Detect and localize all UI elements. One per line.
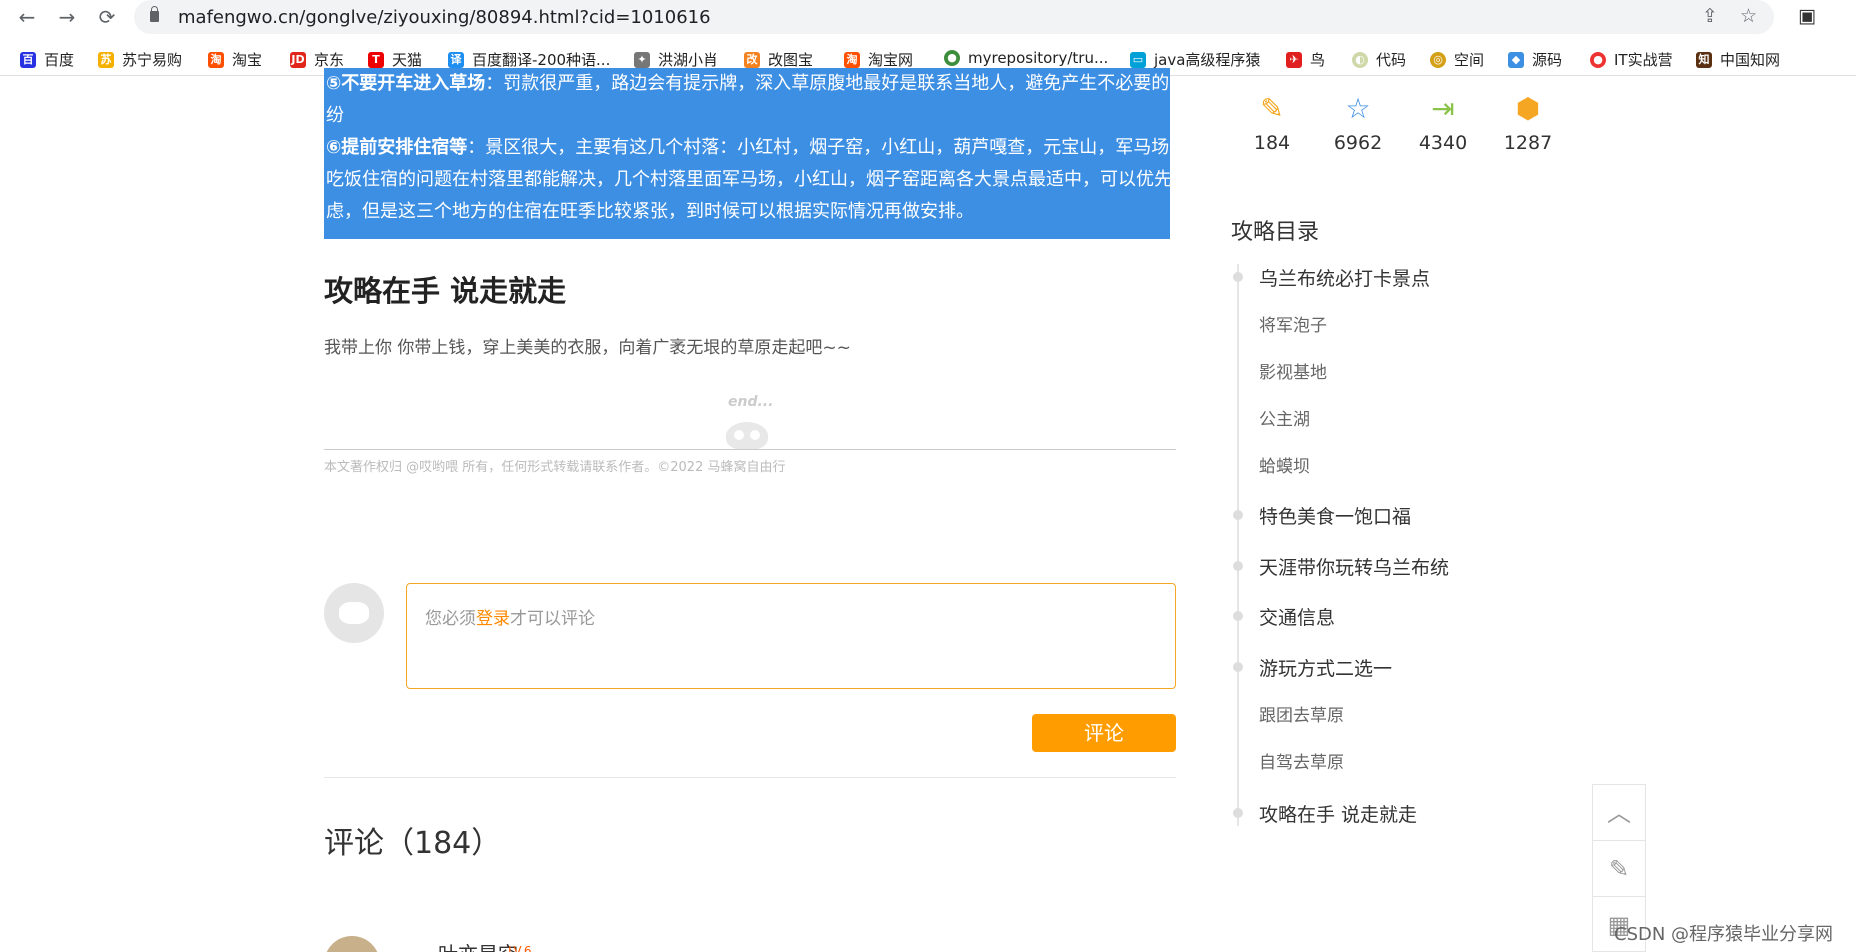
article-paragraph: 我带上你 你带上钱，穿上美美的衣服，向着广袤无垠的草原走起吧~~ [324, 338, 851, 358]
bookmark-baidu[interactable]: 百百度 [20, 49, 74, 70]
bookmark-cnki[interactable]: 知中国知网 [1696, 49, 1780, 70]
pencil-icon[interactable]: ✎ [1593, 841, 1645, 897]
toc-item[interactable]: 特色美食一饱口福 [1259, 502, 1411, 529]
bookmark-code[interactable]: ◐ 代码 [1352, 49, 1406, 70]
selected-article-text: ⑤不要开车进入草场：罚款很严重，路边会有提示牌，深入草原腹地最好是联系当地人，避… [324, 68, 1170, 239]
toc-item[interactable]: 天涯带你玩转乌兰布统 [1259, 553, 1449, 580]
bird-icon: ✈ [1286, 51, 1302, 68]
code-icon: ◐ [1352, 51, 1368, 68]
bookmark-tmall[interactable]: T 天猫 [368, 49, 422, 70]
toc-item[interactable]: 攻略在手 说走就走 [1259, 800, 1417, 827]
comment-input[interactable]: 您必须登录才可以评论 [406, 583, 1176, 689]
star-icon: ☆ [1345, 92, 1371, 125]
bookmark-honghu[interactable]: ✦ 洪湖小肖 [634, 49, 718, 70]
share-icon: ⇥ [1431, 92, 1455, 125]
comments-title: 评论（184） [324, 826, 502, 861]
toc-item[interactable]: 自驾去草原 [1259, 748, 1344, 773]
toc-dot [1233, 272, 1243, 282]
url-text[interactable]: mafengwo.cn/gonglve/ziyouxing/80894.html… [178, 7, 711, 28]
article-line: ⑤不要开车进入草场：罚款很严重，路边会有提示牌，深入草原腹地最好是联系当地人，避… [326, 73, 1170, 94]
gaitubao-icon: 改 [744, 51, 760, 68]
jd-icon: JD [290, 51, 306, 68]
cnki-icon: 知 [1696, 51, 1712, 68]
toc-dot [1233, 561, 1243, 571]
it-icon: ● [1590, 51, 1606, 68]
commenter-name[interactable]: 叶亦星空 [438, 938, 518, 952]
source-icon: ◆ [1508, 51, 1524, 68]
bookmark-java[interactable]: ▭ java高级程序猿 [1130, 49, 1260, 70]
watermark-text: CSDN @程序猿毕业分享网 [1614, 924, 1834, 945]
section-heading: 攻略在手 说走就走 [324, 274, 567, 308]
bookmark-gaitubao[interactable]: 改改图宝 [744, 49, 813, 70]
chrome-icon: ● [944, 50, 960, 66]
toc-dot [1233, 510, 1243, 520]
divider [324, 449, 1176, 450]
scroll-top-icon[interactable]: ︿ [1593, 785, 1645, 841]
stat-comments[interactable]: ✎ 184 [1237, 92, 1307, 154]
toc-dot [1233, 611, 1243, 621]
translate-icon: 译 [448, 51, 464, 68]
space-icon: ◎ [1430, 51, 1446, 68]
toc-item[interactable]: 游玩方式二选一 [1259, 654, 1392, 681]
toc-item[interactable]: 影视基地 [1259, 358, 1327, 383]
toc-title: 攻略目录 [1231, 220, 1320, 245]
comment-placeholder: 您必须登录才可以评论 [425, 609, 595, 629]
forward-arrow-icon[interactable]: → [54, 4, 80, 30]
stat-favorites[interactable]: ☆ 6962 [1323, 92, 1393, 154]
bookmark-jd[interactable]: JD 京东 [290, 49, 344, 70]
suning-icon: 苏 [98, 51, 114, 68]
toc-dot [1233, 808, 1243, 818]
tmall-icon: T [368, 51, 384, 68]
mafengwo-owl-icon [726, 422, 768, 450]
toc-item[interactable]: 公主湖 [1259, 405, 1310, 430]
share-page-icon[interactable]: ⇪ [1702, 5, 1718, 27]
lock-icon [150, 6, 159, 22]
address-bar[interactable]: mafengwo.cn/gonglve/ziyouxing/80894.html… [134, 0, 1774, 34]
article-line: ⑥提前安排住宿等：景区很大，主要有这几个村落：小红村，烟子窑，小红山，葫芦嘎查，… [326, 137, 1170, 158]
bookmark-itshizhan[interactable]: ● IT实战营 [1590, 49, 1673, 70]
toc-item[interactable]: 跟团去草原 [1259, 701, 1344, 726]
toc-item[interactable]: 交通信息 [1259, 603, 1335, 630]
commenter-level-badge: LV.6 [508, 944, 532, 952]
reload-icon[interactable]: ⟳ [94, 4, 120, 30]
article-line: 虑，但是这三个地方的住宿在旺季比较紧张，到时候可以根据实际情况再做安排。 [324, 196, 974, 228]
bookmark-suning[interactable]: 苏苏宁易购 [98, 49, 182, 70]
bookmark-myrepository[interactable]: ● myrepository/tru... [944, 49, 1108, 67]
user-avatar [324, 583, 384, 643]
top-icon: ⬢ [1515, 92, 1541, 125]
bookmark-space[interactable]: ◎ 空间 [1430, 49, 1484, 70]
stat-top[interactable]: ⬢ 1287 [1493, 92, 1563, 154]
sidebar-panel-icon[interactable]: ▣ [1798, 5, 1816, 27]
browser-toolbar: ← → ⟳ mafengwo.cn/gonglve/ziyouxing/8089… [0, 0, 1856, 34]
toc-item[interactable]: 将军泡子 [1259, 311, 1327, 336]
honghu-icon: ✦ [634, 51, 650, 68]
copyright-notice: 本文著作权归 @哎哟喂 所有，任何形式转载请联系作者。©2022 马蜂窝自由行 [324, 460, 786, 475]
toc-timeline [1237, 264, 1239, 826]
baidu-icon: 百 [20, 51, 36, 68]
taobao-icon: 淘 [208, 51, 224, 68]
edit-icon: ✎ [1260, 92, 1284, 125]
taobaowang-icon: 淘 [844, 51, 860, 68]
toc-item[interactable]: 乌兰布统必打卡景点 [1259, 264, 1430, 291]
bookmark-star-icon[interactable]: ☆ [1740, 5, 1757, 27]
bookmark-baidu-translate[interactable]: 译百度翻译-200种语... [448, 49, 610, 70]
article-line: 纷 [326, 105, 344, 126]
submit-comment-button[interactable]: 评论 [1032, 714, 1176, 752]
bookmark-taobaowang[interactable]: 淘淘宝网 [844, 49, 913, 70]
back-arrow-icon[interactable]: ← [14, 4, 40, 30]
bookmark-source[interactable]: ◆ 源码 [1508, 49, 1562, 70]
login-link[interactable]: 登录 [476, 609, 510, 629]
article-line: 吃饭住宿的问题在村落里都能解决，几个村落里面军马场，小红山，烟子窑距离各大景点最… [326, 169, 1170, 190]
bookmark-bird[interactable]: ✈ 鸟 [1286, 49, 1325, 70]
stat-shares[interactable]: ⇥ 4340 [1408, 92, 1478, 154]
commenter-avatar[interactable] [324, 936, 380, 952]
toc-dot [1233, 662, 1243, 672]
end-mark: end... [728, 394, 774, 410]
toc-item[interactable]: 蛤蟆坝 [1259, 452, 1310, 477]
divider [324, 777, 1176, 778]
bookmark-taobao[interactable]: 淘淘宝 [208, 49, 262, 70]
bilibili-icon: ▭ [1130, 51, 1146, 68]
